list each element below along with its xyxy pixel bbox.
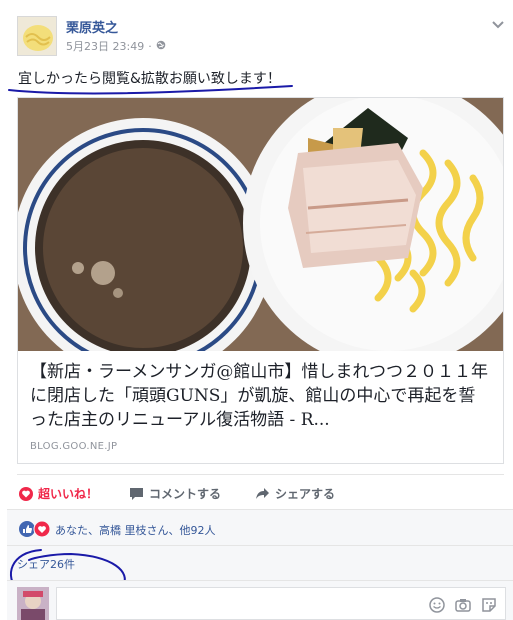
post-card: 栗原英之 5月23日 23:49 · 宜しかったら閲覧&拡散お願い致します！ 【… (7, 4, 513, 620)
comment-icon (130, 487, 143, 500)
camera-icon[interactable] (455, 597, 471, 613)
comment-composer (7, 580, 513, 620)
love-icon (33, 521, 51, 537)
love-reaction-icon (19, 486, 33, 501)
comment-tools (429, 597, 497, 613)
link-preview-domain: BLOG.GOO.NE.JP (30, 441, 118, 452)
reactions-summary[interactable]: あなた、高橋 里枝さん、他92人 (7, 509, 513, 545)
like-icon (19, 521, 35, 537)
link-preview-card[interactable]: 【新店・ラーメンサンガ@館山市】惜しまれつつ２０１１年に閉店した「頑頭GUNS」… (17, 97, 504, 464)
reaction-button[interactable]: 超いいね！ (19, 485, 98, 502)
comment-input[interactable] (56, 587, 506, 620)
link-preview-title[interactable]: 【新店・ラーメンサンガ@館山市】惜しまれつつ２０１１年に閉店した「頑頭GUNS」… (30, 360, 492, 432)
author-avatar[interactable] (17, 16, 57, 56)
chevron-down-icon[interactable] (491, 19, 505, 29)
reactions-text[interactable]: あなた、高橋 里枝さん、他92人 (55, 522, 216, 538)
pen-underline-annotation (8, 85, 293, 95)
link-preview-image[interactable] (18, 98, 503, 351)
comment-button[interactable]: コメントする (129, 485, 221, 502)
post-timestamp[interactable]: 5月23日 23:49 (66, 38, 144, 54)
share-icon (256, 488, 269, 499)
smiley-icon[interactable] (429, 597, 445, 613)
share-button[interactable]: シェアする (255, 485, 335, 502)
sticker-icon[interactable] (481, 597, 497, 613)
comment-label: コメントする (149, 487, 222, 501)
globe-icon[interactable] (156, 40, 166, 53)
post-action-bar: 超いいね！ コメントする シェアする (17, 474, 504, 507)
reaction-icons (19, 521, 51, 537)
meta-separator: · (148, 39, 152, 53)
author-name[interactable]: 栗原英之 (66, 17, 118, 36)
post-meta: 5月23日 23:49 · (66, 38, 166, 54)
share-label: シェアする (275, 487, 336, 501)
reaction-label: 超いいね！ (38, 487, 99, 501)
viewer-avatar[interactable] (17, 587, 49, 620)
